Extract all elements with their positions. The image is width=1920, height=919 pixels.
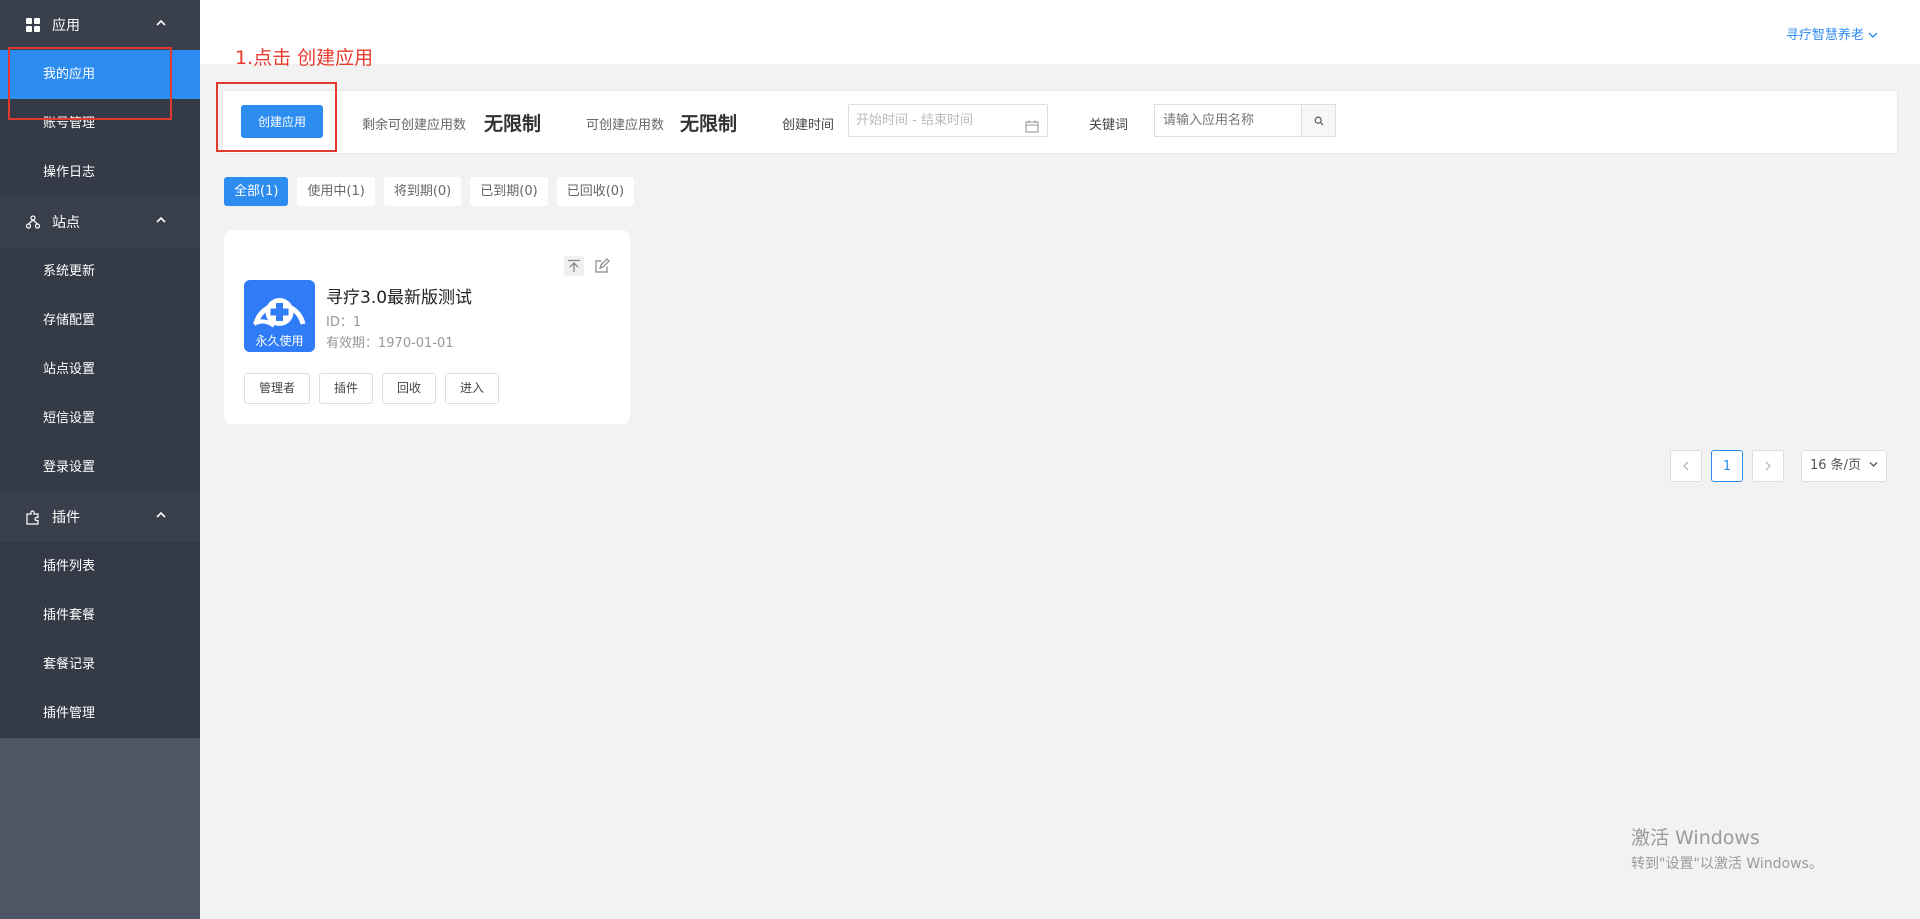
sidebar-item-storage[interactable]: 存储配置 bbox=[0, 296, 200, 345]
filter-all[interactable]: 全部(1) bbox=[224, 177, 289, 206]
plugins-button[interactable]: 插件 bbox=[319, 373, 374, 404]
chevron-left-icon bbox=[1683, 461, 1689, 471]
sidebar: 应用 我的应用 账号管理 操作日志 站点 系统更新 存储配置 站点设置 短信设置… bbox=[0, 0, 200, 919]
chevron-right-icon bbox=[1765, 461, 1771, 471]
windows-activation-watermark: 激活 Windows 转到"设置"以激活 Windows。 bbox=[1631, 823, 1823, 873]
annotation-box-create bbox=[216, 82, 337, 152]
remaining-label: 剩余可创建应用数 bbox=[362, 118, 467, 133]
filter-recycled[interactable]: 已回收(0) bbox=[556, 177, 635, 206]
app-expiry: 有效期：1970-01-01 bbox=[326, 336, 454, 351]
sidebar-group-plugins[interactable]: 插件 bbox=[0, 492, 200, 542]
sidebar-item-site-settings[interactable]: 站点设置 bbox=[0, 345, 200, 394]
creatable-value: 无限制 bbox=[680, 113, 738, 135]
chevron-up-icon bbox=[156, 17, 166, 31]
prev-page-button[interactable] bbox=[1670, 450, 1702, 482]
keyword-label: 关键词 bbox=[1089, 118, 1129, 133]
sidebar-item-package-records[interactable]: 套餐记录 bbox=[0, 640, 200, 689]
sidebar-item-sms-settings[interactable]: 短信设置 bbox=[0, 394, 200, 443]
grid-icon bbox=[24, 16, 42, 34]
chevron-down-icon bbox=[1869, 451, 1878, 481]
sidebar-item-plugin-management[interactable]: 插件管理 bbox=[0, 689, 200, 738]
sidebar-group-apps[interactable]: 应用 bbox=[0, 0, 200, 50]
app-id: ID：1 bbox=[326, 315, 362, 330]
watermark-subtitle: 转到"设置"以激活 Windows。 bbox=[1631, 856, 1823, 872]
calendar-icon bbox=[1025, 114, 1039, 133]
page-number[interactable]: 1 bbox=[1711, 450, 1743, 482]
chevron-up-icon bbox=[156, 509, 166, 523]
user-menu[interactable]: 寻疗智慧养老 bbox=[1786, 24, 1878, 43]
search-button[interactable] bbox=[1301, 104, 1336, 137]
toolbar: 创建应用 剩余可创建应用数 无限制 可创建应用数 无限制 创建时间 开始时间 -… bbox=[222, 90, 1898, 154]
chevron-up-icon bbox=[156, 214, 166, 228]
date-range-picker[interactable]: 开始时间 - 结束时间 bbox=[848, 104, 1048, 137]
edit-icon[interactable] bbox=[592, 256, 612, 276]
app-name: 寻疗3.0最新版测试 bbox=[326, 288, 473, 308]
date-placeholder: 开始时间 - 结束时间 bbox=[856, 113, 973, 128]
app-logo: 永久使用 bbox=[244, 280, 315, 352]
sidebar-item-system-update[interactable]: 系统更新 bbox=[0, 247, 200, 296]
creatable-label: 可创建应用数 bbox=[586, 118, 665, 133]
puzzle-icon bbox=[24, 508, 42, 526]
sidebar-item-plugin-list[interactable]: 插件列表 bbox=[0, 542, 200, 591]
enter-button[interactable]: 进入 bbox=[445, 373, 500, 404]
sidebar-group-label: 应用 bbox=[52, 18, 80, 34]
step-annotation: 1.点击 创建应用 bbox=[235, 47, 374, 69]
keyword-search-input[interactable] bbox=[1154, 104, 1302, 137]
recycle-button[interactable]: 回收 bbox=[382, 373, 437, 404]
manager-button[interactable]: 管理者 bbox=[244, 373, 311, 404]
card-top-actions bbox=[564, 256, 612, 276]
filter-in-use[interactable]: 使用中(1) bbox=[297, 177, 375, 206]
card-buttons: 管理者 插件 回收 进入 bbox=[244, 373, 500, 404]
sidebar-item-logs[interactable]: 操作日志 bbox=[0, 148, 200, 197]
annotation-box-sidebar bbox=[8, 47, 172, 120]
chevron-down-icon bbox=[1868, 28, 1878, 43]
sidebar-item-login-settings[interactable]: 登录设置 bbox=[0, 443, 200, 492]
user-name: 寻疗智慧养老 bbox=[1785, 28, 1864, 43]
sidebar-group-site[interactable]: 站点 bbox=[0, 197, 200, 247]
remaining-value: 无限制 bbox=[484, 113, 542, 135]
filter-expiring[interactable]: 将到期(0) bbox=[383, 177, 462, 206]
page-size-value: 16 条/页 bbox=[1810, 458, 1862, 473]
sidebar-item-plugin-packages[interactable]: 插件套餐 bbox=[0, 591, 200, 640]
pagination: 1 bbox=[1670, 450, 1784, 482]
watermark-title: 激活 Windows bbox=[1631, 827, 1760, 849]
medical-cross-logo-icon bbox=[252, 298, 306, 328]
permanent-badge: 永久使用 bbox=[244, 330, 315, 352]
next-page-button[interactable] bbox=[1752, 450, 1784, 482]
sidebar-group-label: 站点 bbox=[52, 215, 80, 231]
page-size-select[interactable]: 16 条/页 bbox=[1801, 450, 1887, 482]
top-header: 寻疗智慧养老 bbox=[200, 0, 1920, 64]
sitemap-icon bbox=[24, 213, 42, 231]
date-label: 创建时间 bbox=[782, 118, 835, 133]
pin-top-icon[interactable] bbox=[564, 256, 584, 276]
app-card: 永久使用 寻疗3.0最新版测试 ID：1 有效期：1970-01-01 管理者 … bbox=[224, 230, 630, 424]
status-filter-tabs: 全部(1) 使用中(1) 将到期(0) 已到期(0) 已回收(0) bbox=[224, 177, 635, 206]
sidebar-group-label: 插件 bbox=[52, 510, 80, 526]
filter-expired[interactable]: 已到期(0) bbox=[470, 177, 548, 206]
search-icon bbox=[1314, 111, 1324, 130]
